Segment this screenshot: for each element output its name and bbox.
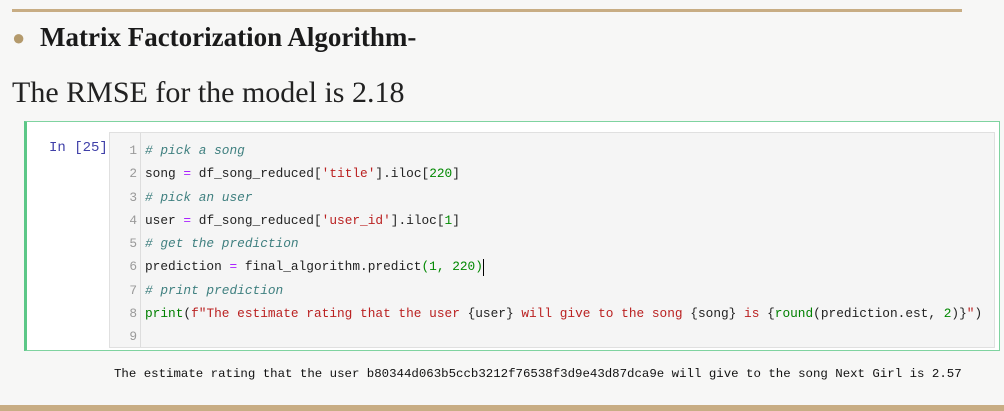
code-line: 7 # print prediction — [110, 279, 982, 302]
code-token-str: 'user_id' — [321, 212, 391, 228]
text-cursor — [482, 258, 484, 276]
code-token-str: f"The estimate rating that the user — [191, 306, 468, 322]
code-token-plain: final_algorithm.predict — [237, 259, 422, 275]
code-token-plain: ].iloc[ — [390, 212, 445, 228]
rmse-text: The RMSE for the model is 2.18 — [12, 76, 405, 109]
code-line: 6 prediction = final_algorithm.predict (1,… — [110, 255, 982, 278]
code-lines: 1 # pick a song 2 song = df_song_reduced['t… — [110, 139, 982, 349]
line-number: 6 — [129, 259, 137, 275]
code-token-num: (1, 220) — [421, 259, 483, 275]
bottom-divider — [0, 405, 1004, 411]
code-token-plain: ].iloc[ — [375, 166, 430, 182]
line-number: 3 — [129, 189, 137, 205]
code-token-str: 'title' — [321, 166, 376, 182]
code-token-plain: prediction — [145, 259, 230, 275]
code-token-num: 2 — [943, 306, 952, 322]
code-token-plain: { — [767, 306, 775, 322]
line-number: 2 — [129, 166, 137, 182]
code-token-comment: # print prediction — [145, 282, 284, 298]
code-line: 1 # pick a song — [110, 139, 982, 162]
line-number: 7 — [129, 282, 137, 298]
code-token-plain: user — [145, 212, 184, 228]
line-number: 1 — [129, 143, 137, 158]
code-token-plain: )} — [951, 306, 967, 322]
code-token-op: = — [183, 166, 192, 182]
top-divider — [12, 9, 962, 12]
code-token-comment: # pick an user — [145, 189, 253, 205]
cell-prompt: In [25]: — [49, 140, 117, 156]
code-token-plain: (prediction.est, — [813, 306, 944, 322]
slide-title: Matrix Factorization Algorithm- — [40, 22, 417, 52]
code-token-builtin: round — [774, 306, 814, 322]
code-editor[interactable]: 1 # pick a song 2 song = df_song_reduced['t… — [109, 132, 995, 348]
line-number: 8 — [129, 306, 137, 322]
line-number: 9 — [129, 329, 137, 345]
notebook-cell[interactable]: In [25]: 1 # pick a song 2 song = df_song_r… — [24, 121, 1000, 351]
bullet-icon: ● — [12, 24, 26, 50]
code-token-plain: {user} — [467, 306, 514, 322]
code-line: 4 user = df_song_reduced['user_id'].iloc[… — [110, 209, 982, 232]
code-line: 8 print(f"The estimate rating that the us… — [110, 302, 982, 325]
code-token-plain: ] — [452, 212, 460, 228]
code-token-str: " — [966, 306, 975, 322]
code-line: 3 # pick an user — [110, 186, 982, 209]
code-token-comment: # get the prediction — [145, 236, 299, 252]
code-token-op: = — [229, 259, 238, 275]
code-token-str: is — [736, 306, 768, 322]
code-token-comment: # pick a song — [145, 143, 245, 158]
code-token-plain: song — [145, 166, 184, 182]
code-line: 2 song = df_song_reduced['title'].iloc[22… — [110, 162, 982, 185]
line-number: 5 — [129, 236, 137, 252]
code-token-plain: ] — [452, 166, 460, 182]
line-number: 4 — [129, 212, 137, 228]
code-token-plain: {song} — [690, 306, 737, 322]
code-token-num: 1 — [444, 212, 453, 228]
code-line: 5 # get the prediction — [110, 232, 982, 255]
code-token-builtin: print — [145, 306, 184, 322]
code-token-op: = — [183, 212, 192, 228]
code-line: 9 — [110, 325, 982, 348]
code-token-str: will give to the song — [513, 306, 691, 322]
cell-output: The estimate rating that the user b80344… — [114, 367, 962, 381]
code-token-plain: ) — [974, 306, 983, 322]
code-token-plain: df_song_reduced[ — [191, 212, 322, 228]
code-token-plain: ( — [183, 306, 192, 322]
code-token-num: 220 — [429, 166, 453, 182]
bullet-heading: ● Matrix Factorization Algorithm- — [12, 22, 416, 53]
code-token-plain: df_song_reduced[ — [191, 166, 322, 182]
